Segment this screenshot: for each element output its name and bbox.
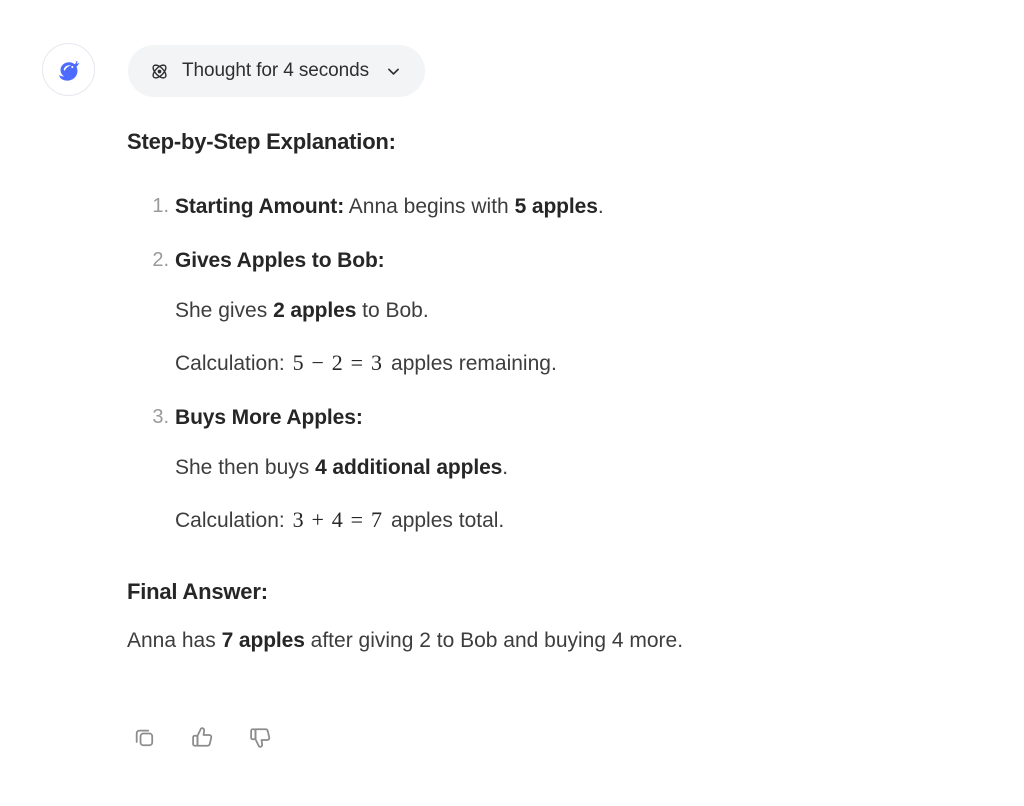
step-title: Buys More Apples: — [175, 405, 363, 429]
steps-list: Starting Amount: Anna begins with 5 appl… — [127, 193, 987, 535]
step-subline-calculation: Calculation: 3 + 4 = 7 apples total. — [175, 505, 987, 535]
final-answer-prefix: Anna has — [127, 629, 222, 652]
step-title: Gives Apples to Bob: — [175, 248, 385, 272]
thought-toggle-button[interactable]: Thought for 4 seconds — [128, 45, 425, 97]
avatar — [42, 43, 95, 96]
step-subline: She gives 2 apples to Bob. — [175, 297, 987, 325]
step-title: Starting Amount: — [175, 194, 345, 218]
copy-button[interactable] — [127, 722, 161, 756]
step-subline-calculation: Calculation: 5 − 2 = 3 apples remaining. — [175, 348, 987, 378]
step-text-tail: . — [597, 194, 604, 218]
final-answer-highlight: 7 apples — [221, 629, 305, 652]
subline-prefix: She then buys — [175, 456, 316, 480]
step-subline: She then buys 4 additional apples. — [175, 454, 987, 482]
chevron-down-icon[interactable] — [385, 62, 403, 80]
list-item: Buys More Apples: She then buys 4 additi… — [143, 404, 987, 535]
thumbs-up-icon — [190, 725, 215, 753]
math-expression: 5 − 2 = 3 — [292, 349, 384, 375]
final-answer-text: Anna has 7 apples after giving 2 to Bob … — [127, 627, 987, 655]
subline-suffix: apples total. — [385, 508, 505, 532]
subline-suffix: . — [502, 456, 509, 480]
message-actions — [127, 722, 277, 756]
message-body: Step-by-Step Explanation: Starting Amoun… — [127, 128, 987, 655]
deepseek-whale-logo-icon — [52, 53, 86, 87]
list-item: Gives Apples to Bob: She gives 2 apples … — [143, 247, 987, 378]
thumbs-up-button[interactable] — [185, 722, 219, 756]
math-expression: 3 + 4 = 7 — [292, 506, 384, 532]
assistant-message: Thought for 4 seconds Step-by-Step Expla… — [0, 0, 1024, 806]
final-answer-heading: Final Answer: — [127, 579, 268, 604]
thought-label: Thought for 4 seconds — [182, 60, 369, 81]
subline-suffix: apples remaining. — [385, 351, 557, 375]
step-text: Anna begins with — [344, 194, 515, 218]
subline-prefix: Calculation: — [175, 351, 291, 375]
thumbs-down-icon — [248, 725, 273, 753]
list-item: Starting Amount: Anna begins with 5 appl… — [143, 193, 987, 221]
copy-icon — [132, 725, 157, 753]
subline-highlight: 4 additional apples — [315, 456, 503, 480]
subline-highlight: 2 apples — [273, 299, 357, 323]
atom-icon — [148, 60, 170, 82]
final-answer-suffix: after giving 2 to Bob and buying 4 more. — [304, 629, 684, 652]
step-highlight: 5 apples — [514, 194, 598, 218]
page-title: Step-by-Step Explanation: — [127, 129, 396, 154]
subline-prefix: She gives — [175, 299, 274, 323]
thumbs-down-button[interactable] — [243, 722, 277, 756]
subline-prefix: Calculation: — [175, 508, 291, 532]
subline-suffix: to Bob. — [356, 299, 429, 323]
